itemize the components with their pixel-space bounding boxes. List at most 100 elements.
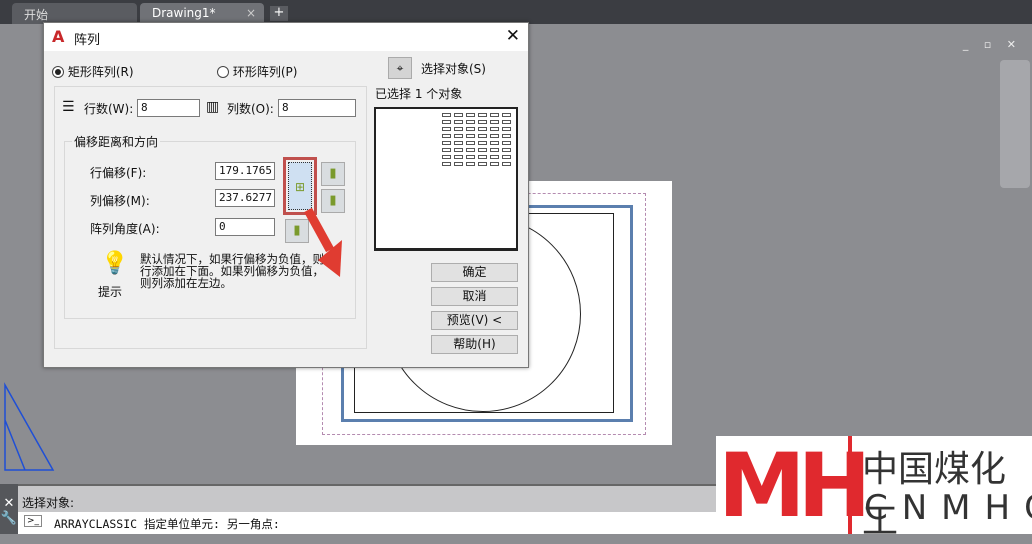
- preview-cell: [490, 155, 499, 159]
- preview-cell: [502, 120, 511, 124]
- rows-input[interactable]: 8: [137, 99, 200, 117]
- radio-icon: [217, 66, 229, 78]
- tip-label: 提示: [98, 285, 123, 299]
- selected-count: 已选择 1 个对象: [375, 87, 463, 101]
- array-preview: [374, 107, 518, 251]
- columns-icon: ▥: [206, 99, 220, 115]
- tab-bar: 开始 Drawing1* × +: [0, 0, 1032, 24]
- preview-cell: [502, 148, 511, 152]
- rect-array-radio[interactable]: 矩形阵列(R): [52, 63, 134, 80]
- preview-cell: [490, 148, 499, 152]
- rows-label: 行数(W):: [84, 102, 134, 116]
- watermark-divider: [848, 436, 852, 534]
- preview-cell: [502, 134, 511, 138]
- preview-cell: [502, 141, 511, 145]
- command-prompt-icon[interactable]: >_: [24, 515, 43, 527]
- preview-cell: [454, 148, 463, 152]
- preview-cell: [466, 127, 475, 131]
- pick-row-offset-button[interactable]: ▮: [321, 162, 345, 186]
- col-offset-input[interactable]: 237.6277: [215, 189, 275, 207]
- preview-cell: [442, 141, 451, 145]
- radio-icon: [52, 66, 64, 78]
- navigation-bar[interactable]: [1000, 60, 1030, 188]
- angle-label: 阵列角度(A):: [90, 222, 160, 236]
- preview-cell: [454, 141, 463, 145]
- preview-cell: [454, 120, 463, 124]
- preview-cell: [466, 120, 475, 124]
- command-input[interactable]: ARRAYCLASSIC 指定单位单元: 另一角点:: [54, 516, 280, 532]
- lightbulb-icon: 💡: [101, 251, 129, 276]
- preview-cell: [478, 148, 487, 152]
- preview-cell: [478, 155, 487, 159]
- preview-cell: [478, 141, 487, 145]
- radio-label: 环形阵列(P): [232, 65, 298, 79]
- preview-cell: [502, 113, 511, 117]
- preview-cell: [466, 113, 475, 117]
- command-history-text: 选择对象:: [22, 496, 75, 510]
- preview-cell: [466, 148, 475, 152]
- columns-input[interactable]: 8: [278, 99, 356, 117]
- preview-cell: [466, 155, 475, 159]
- preview-cell: [442, 162, 451, 166]
- preview-cell: [478, 120, 487, 124]
- preview-cell: [442, 113, 451, 117]
- close-button[interactable]: ✕: [506, 26, 520, 46]
- preview-cell: [502, 155, 511, 159]
- dialog-titlebar: A 阵列 ✕: [44, 23, 528, 51]
- preview-cell: [490, 162, 499, 166]
- red-arrow-icon: [304, 207, 342, 277]
- preview-cell: [478, 127, 487, 131]
- preview-cell: [490, 134, 499, 138]
- close-icon[interactable]: ×: [246, 6, 256, 20]
- rows-icon: ☰: [62, 99, 75, 115]
- select-objects-label: 选择对象(S): [421, 62, 486, 76]
- row-offset-input[interactable]: 179.1765: [215, 162, 275, 180]
- preview-cell: [490, 120, 499, 124]
- preview-cell: [466, 162, 475, 166]
- preview-cell: [490, 113, 499, 117]
- window-controls[interactable]: _ ▫ ✕: [963, 38, 1022, 51]
- offset-group-title: 偏移距离和方向: [72, 133, 161, 150]
- preview-cell: [466, 141, 475, 145]
- preview-cell: [502, 162, 511, 166]
- close-icon[interactable]: ✕: [0, 496, 18, 511]
- ok-button[interactable]: 确定: [431, 263, 518, 282]
- autocad-logo-icon: A: [52, 27, 65, 46]
- new-tab-button[interactable]: +: [270, 6, 288, 21]
- preview-cell: [454, 155, 463, 159]
- cancel-button[interactable]: 取消: [431, 287, 518, 306]
- help-button[interactable]: 帮助(H): [431, 335, 518, 354]
- columns-label: 列数(O):: [227, 102, 274, 116]
- preview-cell: [490, 141, 499, 145]
- radio-label: 矩形阵列(R): [67, 65, 134, 79]
- watermark: MH 中国煤化工 CNMHG: [716, 434, 1032, 542]
- pick-both-offsets-icon: ⊞: [288, 162, 312, 210]
- preview-button[interactable]: 预览(V) <: [431, 311, 518, 330]
- preview-cell: [442, 134, 451, 138]
- tab-label: Drawing1*: [152, 6, 216, 20]
- col-offset-label: 列偏移(M):: [90, 194, 150, 208]
- row-offset-label: 行偏移(F):: [90, 166, 147, 180]
- preview-cell: [466, 134, 475, 138]
- preview-cell: [442, 127, 451, 131]
- preview-cells: [442, 113, 512, 166]
- tab-drawing1[interactable]: Drawing1* ×: [140, 3, 264, 24]
- watermark-en: CNMHG: [864, 488, 1032, 528]
- select-objects-button[interactable]: ⌖: [388, 57, 412, 79]
- preview-cell: [478, 162, 487, 166]
- preview-cell: [454, 162, 463, 166]
- polar-array-radio[interactable]: 环形阵列(P): [217, 63, 297, 80]
- preview-cell: [454, 127, 463, 131]
- crosshair-icon: ⌖: [396, 61, 404, 75]
- tab-start[interactable]: 开始: [12, 3, 137, 24]
- preview-cell: [478, 134, 487, 138]
- preview-cell: [478, 113, 487, 117]
- preview-cell: [454, 134, 463, 138]
- angle-input[interactable]: 0: [215, 218, 275, 236]
- preview-cell: [442, 120, 451, 124]
- preview-cell: [490, 127, 499, 131]
- wrench-icon[interactable]: 🔧: [0, 511, 18, 526]
- dialog-title: 阵列: [74, 33, 101, 48]
- preview-cell: [502, 127, 511, 131]
- preview-cell: [442, 155, 451, 159]
